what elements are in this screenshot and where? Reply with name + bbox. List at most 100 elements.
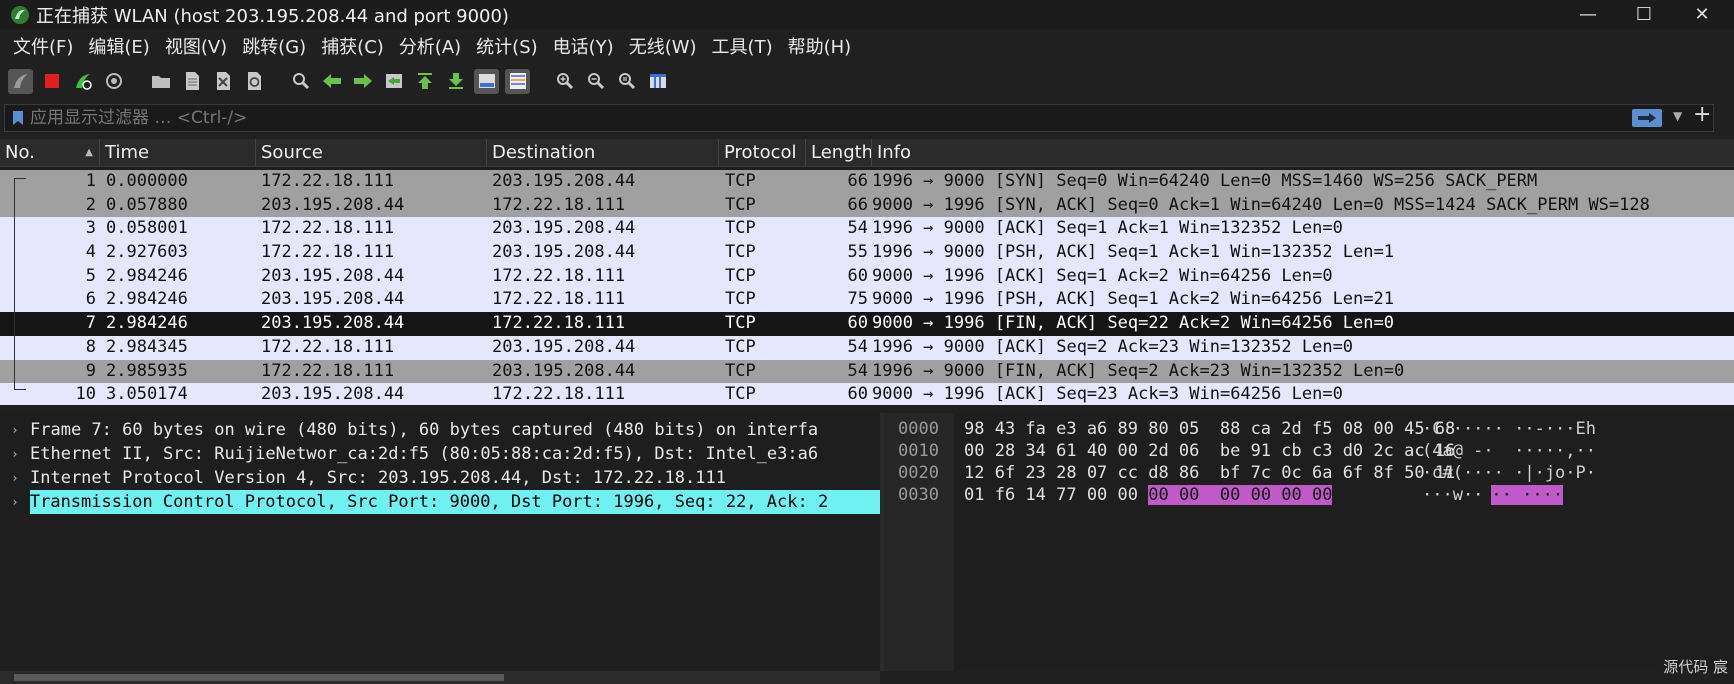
packet-cell-time: 2.984246 xyxy=(106,289,188,310)
menu-capture[interactable]: 捕获(C) xyxy=(314,33,391,59)
expand-arrow-icon[interactable]: › xyxy=(0,442,30,466)
byte-ascii[interactable]: ·o#(···· ·|·jo·P· xyxy=(1422,461,1596,485)
display-filter-bar: ▼ xyxy=(4,104,1714,132)
close-file-icon[interactable] xyxy=(210,69,235,94)
packet-cell-len: 60 xyxy=(847,313,868,334)
packet-cell-info: 1996 → 9000 [FIN, ACK] Seq=2 Ack=23 Win=… xyxy=(872,360,1405,381)
go-forward-icon[interactable] xyxy=(350,69,375,94)
menu-wireless[interactable]: 无线(W) xyxy=(622,33,704,59)
packet-cell-proto: TCP xyxy=(725,194,756,215)
first-packet-icon[interactable] xyxy=(412,69,437,94)
apply-filter-button[interactable] xyxy=(1632,109,1662,127)
last-packet-icon[interactable] xyxy=(443,69,468,94)
resize-columns-icon[interactable] xyxy=(645,69,670,94)
packet-row[interactable]: 1 0.000000 172.22.18.111 203.195.208.44 TCP 6… xyxy=(0,170,1734,194)
packet-row[interactable]: 3 0.058001 172.22.18.111 203.195.208.44 TCP 5… xyxy=(0,217,1734,242)
add-filter-button[interactable]: + xyxy=(1693,102,1711,127)
expand-arrow-icon[interactable]: › xyxy=(0,466,30,490)
menu-statistics[interactable]: 统计(S) xyxy=(469,33,544,59)
packet-row[interactable]: 4 2.927603 172.22.18.111 203.195.208.44 TCP 5… xyxy=(0,241,1734,265)
packet-cell-len: 54 xyxy=(847,336,868,357)
reload-icon[interactable] xyxy=(241,69,266,94)
byte-hex[interactable]: 12 6f 23 28 07 cc d8 86 bf 7c 0c 6a 6f 8… xyxy=(964,461,1455,485)
main-toolbar xyxy=(0,64,1734,98)
expand-arrow-icon[interactable]: › xyxy=(0,418,30,442)
stop-capture-icon[interactable] xyxy=(39,69,64,94)
detail-tree-item[interactable]: › Internet Protocol Version 4, Src: 203.1… xyxy=(0,466,880,490)
packet-row[interactable]: 7 2.984246 203.195.208.44 172.22.18.111 TCP 6… xyxy=(0,312,1734,336)
zoom-out-icon[interactable] xyxy=(583,69,608,94)
packet-cell-info: 9000 → 1996 [ACK] Seq=1 Ack=2 Win=64256 … xyxy=(872,265,1333,286)
packet-cell-time: 0.057880 xyxy=(106,194,188,215)
go-back-icon[interactable] xyxy=(319,69,344,94)
menu-help[interactable]: 帮助(H) xyxy=(781,33,859,59)
column-header-time[interactable]: Time xyxy=(100,139,256,166)
close-button[interactable]: ✕ xyxy=(1674,0,1730,29)
file-icon[interactable] xyxy=(179,69,204,94)
menu-tools[interactable]: 工具(T) xyxy=(705,33,780,59)
menu-edit[interactable]: 编辑(E) xyxy=(81,33,156,59)
packet-cell-src: 172.22.18.111 xyxy=(261,171,395,191)
byte-offset: 0010 xyxy=(898,441,939,461)
maximize-button[interactable]: ☐ xyxy=(1616,0,1672,29)
byte-ascii[interactable]: ·C······ ··-···Eh xyxy=(1422,417,1596,441)
column-header-no[interactable]: No. ▲ xyxy=(0,139,100,166)
packet-cell-proto: TCP xyxy=(725,218,756,239)
detail-tree-item[interactable]: › Transmission Control Protocol, Src Port… xyxy=(0,490,880,514)
packet-cell-info: 1996 → 9000 [ACK] Seq=1 Ack=1 Win=132352… xyxy=(872,218,1343,239)
minimize-button[interactable]: — xyxy=(1560,0,1616,29)
shark-fin-start-icon[interactable] xyxy=(8,68,33,94)
packet-row[interactable]: 6 2.984246 203.195.208.44 172.22.18.111 TCP 7… xyxy=(0,288,1734,313)
column-header-protocol[interactable]: Protocol xyxy=(719,139,806,166)
toolbar-separator xyxy=(536,69,546,94)
menu-analyze[interactable]: 分析(A) xyxy=(392,33,468,59)
packet-cell-info: 9000 → 1996 [PSH, ACK] Seq=1 Ack=2 Win=6… xyxy=(872,289,1394,310)
filter-dropdown-icon[interactable]: ▼ xyxy=(1673,109,1682,123)
packet-cell-dst: 172.22.18.111 xyxy=(492,289,626,310)
packet-list: No. ▲ Time Source Destination Protocol L… xyxy=(0,139,1734,405)
open-folder-icon[interactable] xyxy=(148,69,173,94)
byte-hex[interactable]: 00 28 34 61 40 00 2d 06 be 91 cb c3 d0 2… xyxy=(964,439,1455,463)
column-header-length[interactable]: Length xyxy=(806,139,872,166)
details-horizontal-scrollbar[interactable] xyxy=(0,671,880,684)
expand-arrow-icon[interactable]: › xyxy=(0,490,30,514)
menu-view[interactable]: 视图(V) xyxy=(158,33,234,59)
byte-ascii[interactable]: (4a@ -· ·····,·· xyxy=(1422,439,1596,463)
scrollbar-thumb[interactable] xyxy=(14,674,504,681)
byte-hex[interactable]: 98 43 fa e3 a6 89 80 05 88 ca 2d f5 08 0… xyxy=(964,417,1455,441)
detail-tree-item[interactable]: › Ethernet II, Src: RuijieNetwor_ca:2d:f5… xyxy=(0,442,880,466)
zoom-in-icon[interactable] xyxy=(552,69,577,94)
hex-highlight: 00 00 00 00 00 00 xyxy=(1148,485,1333,505)
column-header-source[interactable]: Source xyxy=(256,139,487,166)
packet-cell-info: 9000 → 1996 [FIN, ACK] Seq=22 Ack=2 Win=… xyxy=(872,313,1394,334)
capture-options-icon[interactable] xyxy=(101,69,126,94)
normal-size-icon[interactable] xyxy=(614,69,639,94)
column-header-destination[interactable]: Destination xyxy=(487,139,719,166)
menu-telephony[interactable]: 电话(Y) xyxy=(546,33,621,59)
packet-row[interactable]: 2 0.057880 203.195.208.44 172.22.18.111 TCP 6… xyxy=(0,193,1734,218)
packet-cell-src: 203.195.208.44 xyxy=(261,265,405,286)
detail-tree-item[interactable]: › Frame 7: 60 bytes on wire (480 bits), 6… xyxy=(0,418,880,442)
autoscroll-icon[interactable] xyxy=(474,68,499,94)
packet-row[interactable]: 10 3.050174 203.195.208.44 172.22.18.111 TCP… xyxy=(0,383,1734,405)
colorize-icon[interactable] xyxy=(505,68,530,94)
hex-text: 98 43 fa e3 a6 89 80 05 88 ca 2d f5 08 0… xyxy=(964,419,1456,439)
find-packet-icon[interactable] xyxy=(288,69,313,94)
packet-cell-dst: 203.195.208.44 xyxy=(492,218,636,239)
bookmark-icon[interactable] xyxy=(12,110,24,126)
restart-capture-icon[interactable] xyxy=(70,69,95,94)
arrow-right-icon xyxy=(1638,113,1656,123)
packet-row[interactable]: 5 2.984246 203.195.208.44 172.22.18.111 TCP 6… xyxy=(0,264,1734,289)
menu-go[interactable]: 跳转(G) xyxy=(235,33,313,59)
byte-ascii[interactable]: ···w·· ·· ···· xyxy=(1422,483,1564,507)
menu-file[interactable]: 文件(F) xyxy=(6,33,80,59)
column-header-info[interactable]: Info xyxy=(872,139,1734,166)
byte-hex[interactable]: 01 f6 14 77 00 00 00 00 00 00 00 00 xyxy=(964,483,1333,507)
byte-offset: 0020 xyxy=(898,463,939,483)
go-to-packet-icon[interactable] xyxy=(381,69,406,94)
packet-row[interactable]: 8 2.984345 172.22.18.111 203.195.208.44 TCP 5… xyxy=(0,335,1734,360)
display-filter-input[interactable] xyxy=(28,107,1612,129)
packet-bytes-pane: 0000 98 43 fa e3 a6 89 80 05 88 ca 2d f5 … xyxy=(884,413,1734,671)
detail-text: Transmission Control Protocol, Src Port:… xyxy=(29,490,880,514)
packet-row[interactable]: 9 2.985935 172.22.18.111 203.195.208.44 TCP 5… xyxy=(0,359,1734,384)
